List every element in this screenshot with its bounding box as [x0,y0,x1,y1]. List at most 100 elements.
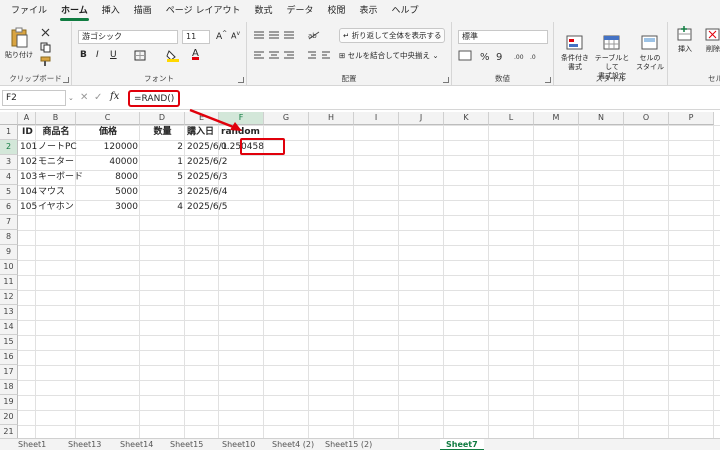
cell-A6[interactable]: 105 [18,200,37,215]
column-header-A[interactable]: A [18,112,36,125]
column-header-L[interactable]: L [489,112,534,125]
menu-item-0[interactable]: ファイル [4,0,54,22]
row-header-7[interactable]: 7 [0,215,18,230]
row-header-14[interactable]: 14 [0,320,18,335]
menu-item-2[interactable]: 挿入 [95,0,127,22]
cell-E6[interactable]: 2025/6/5 [185,200,227,215]
menu-item-3[interactable]: 描画 [127,0,159,22]
cell-E1[interactable]: 購入日 [185,125,219,140]
cell-A4[interactable]: 103 [18,170,37,185]
row-header-1[interactable]: 1 [0,125,18,140]
alignment-launcher-icon[interactable] [443,77,449,83]
column-header-B[interactable]: B [36,112,76,125]
sheet-tab-0[interactable]: Sheet1 [18,439,46,450]
delete-cells-button[interactable]: 削除 [702,26,720,54]
number-launcher-icon[interactable] [545,77,551,83]
column-header-P[interactable]: P [669,112,714,125]
row-header-4[interactable]: 4 [0,170,18,185]
column-header-H[interactable]: H [309,112,354,125]
cell-D2[interactable]: 2 [140,140,185,155]
cell-B1[interactable]: 商品名 [36,125,76,140]
cell-E3[interactable]: 2025/6/2 [185,155,227,170]
horizontal-align-icons[interactable] [253,50,297,60]
name-box[interactable]: F2 [2,90,66,106]
row-header-5[interactable]: 5 [0,185,18,200]
orientation-icon[interactable]: ab [307,30,323,40]
sheet-tab-3[interactable]: Sheet15 [170,439,203,450]
formula-input[interactable]: =RAND() [128,90,181,107]
italic-icon[interactable]: I [96,50,99,60]
cell-B5[interactable]: マウス [36,185,76,200]
sheet-tab-6[interactable]: Sheet15 (2) [325,439,372,450]
sheet-tab-7[interactable]: Sheet7 [440,439,484,450]
cell-E2[interactable]: 2025/6/1 [185,140,227,155]
column-header-F[interactable]: F [219,112,264,125]
column-header-N[interactable]: N [579,112,624,125]
cell-C1[interactable]: 価格 [76,125,140,140]
sheet-tab-1[interactable]: Sheet13 [68,439,101,450]
cell-D1[interactable]: 数量 [140,125,185,140]
row-header-11[interactable]: 11 [0,275,18,290]
column-header-C[interactable]: C [76,112,140,125]
decrease-font-icon[interactable]: Av [231,30,240,41]
cell-A1[interactable]: ID [18,125,36,140]
row-header-12[interactable]: 12 [0,290,18,305]
row-header-16[interactable]: 16 [0,350,18,365]
column-header-G[interactable]: G [264,112,309,125]
vertical-align-icons[interactable] [253,30,297,40]
font-launcher-icon[interactable] [238,77,244,83]
cell-F5[interactable] [219,185,264,200]
cell-C3[interactable]: 40000 [76,155,140,170]
cell-A2[interactable]: 101 [18,140,37,155]
cut-icon[interactable] [40,28,52,38]
menu-item-8[interactable]: 表示 [353,0,385,22]
row-header-20[interactable]: 20 [0,410,18,425]
cell-F6[interactable] [219,200,264,215]
cell-C4[interactable]: 8000 [76,170,140,185]
cell-C5[interactable]: 5000 [76,185,140,200]
cancel-icon[interactable]: ✕ [80,92,88,103]
underline-icon[interactable]: U [110,50,117,60]
cell-A3[interactable]: 102 [18,155,37,170]
number-format-icons[interactable]: % 9 .00 .0 [458,49,544,63]
merge-center-button[interactable]: ⊞ セルを結合して中央揃え ⌄ [339,50,439,61]
row-header-21[interactable]: 21 [0,425,18,438]
select-all-corner[interactable] [0,112,18,125]
menu-item-5[interactable]: 数式 [247,0,279,22]
column-header-K[interactable]: K [444,112,489,125]
cell-F4[interactable] [219,170,264,185]
bold-icon[interactable]: B [80,50,87,60]
row-header-19[interactable]: 19 [0,395,18,410]
name-box-dropdown-icon[interactable]: ⌄ [68,94,74,102]
indent-icons[interactable] [307,50,333,60]
paste-button[interactable]: 貼り付け [4,26,34,60]
font-color-icon[interactable]: A [192,48,199,60]
cell-D5[interactable]: 3 [140,185,185,200]
sheet-tab-4[interactable]: Sheet10 [222,439,255,450]
border-icon[interactable] [134,50,148,61]
wrap-text-button[interactable]: ↵ 折り返して全体を表示する [339,28,446,43]
row-header-13[interactable]: 13 [0,305,18,320]
number-format-select[interactable]: 標準 [458,30,548,44]
copy-icon[interactable] [40,42,52,53]
enter-icon[interactable]: ✓ [94,92,102,103]
menu-item-7[interactable]: 校閲 [321,0,353,22]
clipboard-launcher-icon[interactable] [63,77,69,83]
row-header-8[interactable]: 8 [0,230,18,245]
cell-E5[interactable]: 2025/6/4 [185,185,227,200]
insert-cells-button[interactable]: 挿入 [674,26,696,54]
column-header-I[interactable]: I [354,112,399,125]
cell-D6[interactable]: 4 [140,200,185,215]
cell-B3[interactable]: モニター [36,155,76,170]
row-header-6[interactable]: 6 [0,200,18,215]
cell-B4[interactable]: キーボード [36,170,83,185]
row-header-18[interactable]: 18 [0,380,18,395]
row-header-2[interactable]: 2 [0,140,18,155]
menu-item-9[interactable]: ヘルプ [385,0,426,22]
cell-D4[interactable]: 5 [140,170,185,185]
row-header-10[interactable]: 10 [0,260,18,275]
column-header-O[interactable]: O [624,112,669,125]
column-header-E[interactable]: E [185,112,219,125]
menu-item-6[interactable]: データ [279,0,320,22]
cell-B2[interactable]: ノートPC [36,140,77,155]
